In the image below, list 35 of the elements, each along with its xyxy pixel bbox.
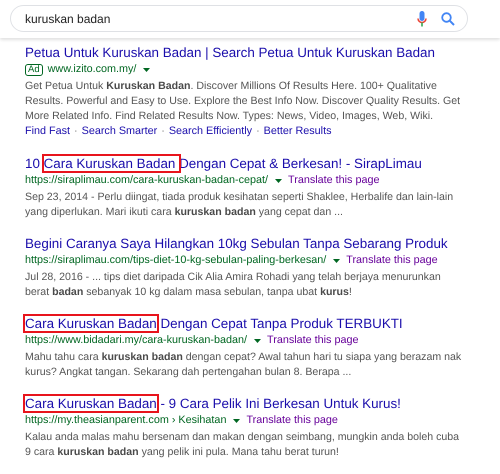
ad-badge: Ad [25,64,43,76]
separator-dot: · [74,124,78,138]
result-url: https://siraplimau.com/tips-diet-10-kg-sebulan-paling-berkesan/ [25,253,326,268]
separator-dot: · [256,124,260,138]
result-title-link[interactable]: Cara Kuruskan Badan - 9 Cara Pelik Ini Berkesan Untuk Kurus! [25,395,401,413]
caret-icon[interactable] [143,68,150,72]
search-icon[interactable] [441,12,455,26]
sitelink[interactable]: Search Efficiently [168,124,252,138]
result-snippet: Get Petua Untuk Kuruskan Badan. Discover Millions Of Results Here. 100+ Qualitative Results. Powerful and Easy to Use. Explore the Best Info Now. Discover Quality Results. Get More Related Info. Find Related Results Now. Types: News, Video, Images, Web, Wiki. [25,79,462,124]
result-title-link[interactable]: Cara Kuruskan Badan Dengan Cepat Tanpa Produk TERBUKTI [25,315,403,333]
result-url: https://my.theasianparent.com › Kesihatan [25,413,226,428]
result-snippet: Jul 28, 2016 - ... tips diet daripada Cik Alia Amira Rohadi yang telah berjaya menurunkan berat badan sebanyak 10 kg dalam masa sebulan, tanpa ubat kurus! [25,270,442,300]
caret-icon[interactable] [333,258,340,262]
sitelink[interactable]: Search Smarter [82,124,158,138]
result-url: https://www.bidadari.my/cara-kuruskan-badan/ [25,333,248,348]
sitelink[interactable]: Better Results [264,124,332,138]
result-snippet: Kalau anda malas mahu bersenam dan makan dengan seimbang, mungkin anda boleh cuba 9 cara kuruskan badan yang pelik ini pula. Mana tahu berat turun! [25,430,460,460]
translate-link[interactable]: Translate this page [246,413,338,428]
result-url: www.izito.com.my/ [48,62,136,77]
search-field[interactable]: kuruskan badan [10,5,468,32]
result-url: https://siraplimau.com/cara-kuruskan-badan-cepat/ [25,173,268,188]
result-title-link[interactable]: Petua Untuk Kuruskan Badan | Search Petua Untuk Kuruskan Badan [25,44,435,62]
result-snippet: Sep 23, 2014 - Perlu diingat, tiada produk kesihatan seperti Shaklee, Herbalife dan lain-lain yang diperlukan. Mari ikuti cara kuruskan badan yang cepat dan ... [25,190,454,220]
separator-dot: · [161,124,165,138]
translate-link[interactable]: Translate this page [346,253,438,268]
search-input[interactable]: kuruskan badan [25,12,403,26]
caret-icon[interactable] [254,338,262,342]
microphone-icon[interactable] [417,10,427,26]
caret-icon[interactable] [233,418,240,422]
result-title-link[interactable]: Begini Caranya Saya Hilangkan 10kg Sebulan Tanpa Sebarang Produk [25,235,448,253]
result-snippet: Mahu tahu cara kuruskan badan dengan cepat? Awal tahun hari tu siapa yang berazam nak kurus? Angkat tangan. Sekarang dah pertengahan bulan 8. Berapa ... [25,350,462,380]
translate-link[interactable]: Translate this page [288,173,380,188]
translate-link[interactable]: Translate this page [267,333,358,348]
caret-icon[interactable] [275,178,282,182]
sitelink[interactable]: Find Fast [25,124,70,138]
